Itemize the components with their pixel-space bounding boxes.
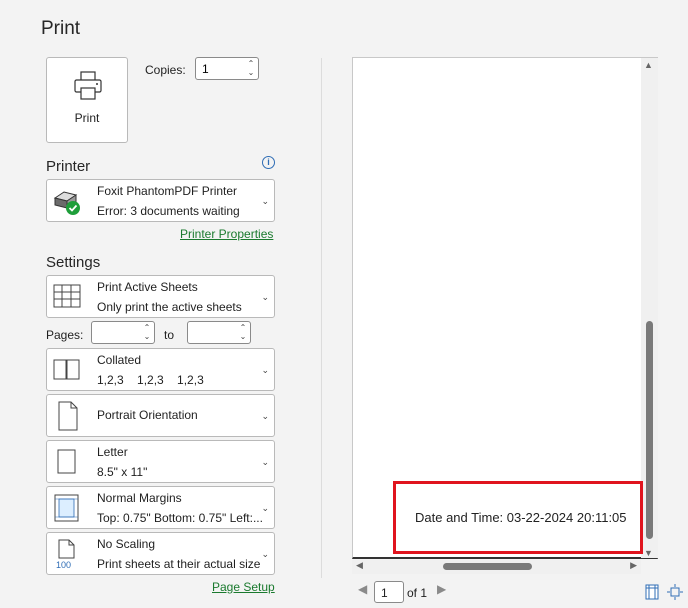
info-icon[interactable]: i [262,156,275,169]
print-what-subtitle: Only print the active sheets [97,300,242,314]
margins-dropdown[interactable]: Normal Margins Top: 0.75" Bottom: 0.75" … [46,486,275,529]
pages-from-stepper[interactable]: ⌃ ⌄ [91,321,155,344]
orientation-dropdown[interactable]: Portrait Orientation ⌄ [46,394,275,437]
scroll-up-icon[interactable]: ▲ [644,60,653,70]
chevron-down-icon: ⌄ [261,292,269,302]
highlight-box [393,481,643,554]
page-title: Print [41,18,81,39]
copies-spin-arrows[interactable]: ⌃ ⌄ [246,59,256,78]
collation-dropdown[interactable]: Collated 1,2,3 1,2,3 1,2,3 ⌄ [46,348,275,391]
collated-pages-icon [53,359,80,380]
paper-subtitle: 8.5" x 11" [97,465,148,479]
pages-to-label: to [164,328,175,342]
printer-heading: Printer [46,158,91,175]
scroll-right-icon[interactable]: ▶ [630,560,637,571]
zoom-to-page-icon[interactable] [667,584,683,600]
paper-size-dropdown[interactable]: Letter 8.5" x 11" ⌄ [46,440,275,483]
printer-ready-icon [53,191,80,215]
scaling-icon-text: 100 [56,560,71,570]
page-count-label: of 1 [407,586,428,600]
printer-dropdown[interactable]: Foxit PhantomPDF Printer Error: 3 docume… [46,179,275,222]
portrait-page-icon [58,401,78,431]
orientation-title: Portrait Orientation [97,408,198,422]
margins-title: Normal Margins [97,491,182,505]
settings-heading: Settings [46,254,101,271]
chevron-down-icon: ⌄ [261,196,269,206]
printer-name: Foxit PhantomPDF Printer [97,184,238,198]
paper-title: Letter [97,445,128,459]
chevron-down-icon: ⌄ [261,411,269,421]
print-button-label: Print [74,111,100,125]
pages-from-spin-arrows[interactable]: ⌃ ⌄ [142,323,152,342]
margins-subtitle: Top: 0.75" Bottom: 0.75" Left:... [97,511,263,525]
next-page-icon[interactable]: ▶ [437,582,446,596]
panel-divider [321,58,322,578]
scaling-dropdown[interactable]: 100 No Scaling Print sheets at their act… [46,532,275,575]
print-what-title: Print Active Sheets [97,280,198,294]
chevron-down-icon: ⌄ [261,457,269,467]
print-what-dropdown[interactable]: Print Active Sheets Only print the activ… [46,275,275,318]
chevron-down-icon: ⌄ [261,549,269,559]
printer-icon [74,71,102,100]
scaling-subtitle: Print sheets at their actual size [97,557,261,571]
preview-horizontal-scrollbar[interactable]: ◀ ▶ [352,560,641,574]
page-setup-link[interactable]: Page Setup [212,580,275,594]
previous-page-icon[interactable]: ◀ [358,582,367,596]
paper-letter-icon [57,449,76,474]
printer-properties-link[interactable]: Printer Properties [180,227,273,241]
chevron-down-icon: ⌄ [261,503,269,513]
scroll-down-icon[interactable]: ▼ [644,548,653,558]
sheets-grid-icon [53,284,81,308]
copies-stepper[interactable]: ⌃⌄ [195,57,259,80]
horizontal-scroll-thumb[interactable] [443,563,532,570]
chevron-down-icon: ⌄ [261,365,269,375]
margins-icon [54,494,79,522]
collation-subtitle: 1,2,3 1,2,3 1,2,3 [97,373,204,387]
pages-to-stepper[interactable]: ⌃ ⌄ [187,321,251,344]
current-page-input[interactable]: 1 [374,581,404,603]
preview-vertical-scrollbar[interactable]: ▲ ▼ [641,58,658,558]
pages-to-spin-arrows[interactable]: ⌃ ⌄ [238,323,248,342]
scaling-page-icon: 100 [56,539,75,570]
copies-input[interactable] [196,58,244,79]
pages-label: Pages: [46,328,84,342]
scaling-title: No Scaling [97,537,156,551]
printer-status: Error: 3 documents waiting [97,204,240,218]
print-button[interactable]: Print [46,57,128,143]
pages-to-input[interactable] [188,322,236,343]
collation-title: Collated [97,353,142,367]
show-margins-icon[interactable] [644,584,660,600]
copies-label: Copies: [145,63,186,77]
vertical-scroll-thumb[interactable] [646,321,653,539]
pages-from-input[interactable] [92,322,140,343]
scroll-left-icon[interactable]: ◀ [356,560,363,571]
